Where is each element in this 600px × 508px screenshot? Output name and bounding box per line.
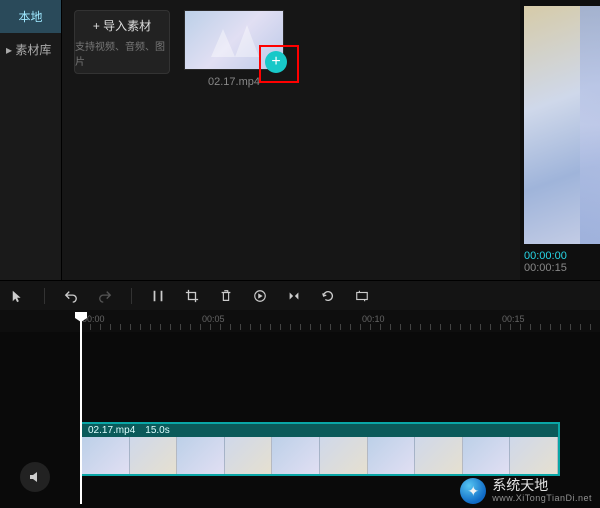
timeline-clip-duration: 15.0s [145,425,169,436]
mirror-button[interactable] [286,288,302,304]
add-to-timeline-button[interactable]: + [265,51,287,73]
aspect-button[interactable] [354,288,370,304]
clip-frame [177,437,225,474]
timeline-clip[interactable]: 02.17.mp4 15.0s [80,422,560,476]
clip-frame [320,437,368,474]
ruler-tick: 00:10 [362,314,385,324]
media-panel: + 导入素材 支持视频、音频、图片 + 02.17.mp4 [62,0,520,280]
preview-timecode: 00:00:00 00:00:15 [520,244,600,280]
preview-frame [524,6,600,244]
preview-pane: 00:00:00 00:00:15 [520,0,600,280]
timeline-clip-frames [82,437,558,474]
clip-frame [463,437,511,474]
timeline-clip-header: 02.17.mp4 15.0s [82,424,558,437]
select-tool-button[interactable] [10,288,26,304]
import-media-button[interactable]: + 导入素材 支持视频、音频、图片 [74,10,170,74]
toolbar [0,280,600,310]
plus-icon: + [93,19,100,33]
plus-icon: + [271,53,280,71]
timeline-ruler[interactable]: 00:00 00:05 00:10 00:15 [0,310,600,332]
import-title: + 导入素材 [93,17,151,34]
delete-button[interactable] [218,288,234,304]
sidebar: 本地 ▸ 素材库 [0,0,62,280]
undo-button[interactable] [63,288,79,304]
crop-button[interactable] [184,288,200,304]
clip-frame [130,437,178,474]
sidebar-item-label: 素材库 [15,43,51,57]
split-button[interactable] [150,288,166,304]
ruler-tick: 00:05 [202,314,225,324]
ruler-tick: 00:15 [502,314,525,324]
redo-button [97,288,113,304]
clip-frame [225,437,273,474]
timeline-clip-filename: 02.17.mp4 [88,425,135,436]
clip-frame [82,437,130,474]
clip-thumbnail[interactable]: + [184,10,284,70]
chevron-right-icon: ▸ [6,43,12,57]
clip-frame [415,437,463,474]
rotate-button[interactable] [320,288,336,304]
media-clip[interactable]: + 02.17.mp4 [184,10,284,88]
mute-track-button[interactable] [20,462,50,492]
preview-current-time: 00:00:00 [524,250,567,262]
sidebar-tab-local[interactable]: 本地 [0,0,61,33]
speed-button[interactable] [252,288,268,304]
separator [131,288,132,304]
preview-total-time: 00:00:15 [524,262,567,274]
separator [44,288,45,304]
clip-frame [510,437,558,474]
sidebar-item-library[interactable]: ▸ 素材库 [0,33,61,66]
import-subtitle: 支持视频、音频、图片 [75,38,169,68]
timeline[interactable]: 02.17.mp4 15.0s [0,332,600,508]
clip-frame [368,437,416,474]
playhead[interactable] [80,314,82,504]
clip-frame [272,437,320,474]
clip-filename: 02.17.mp4 [208,76,260,88]
